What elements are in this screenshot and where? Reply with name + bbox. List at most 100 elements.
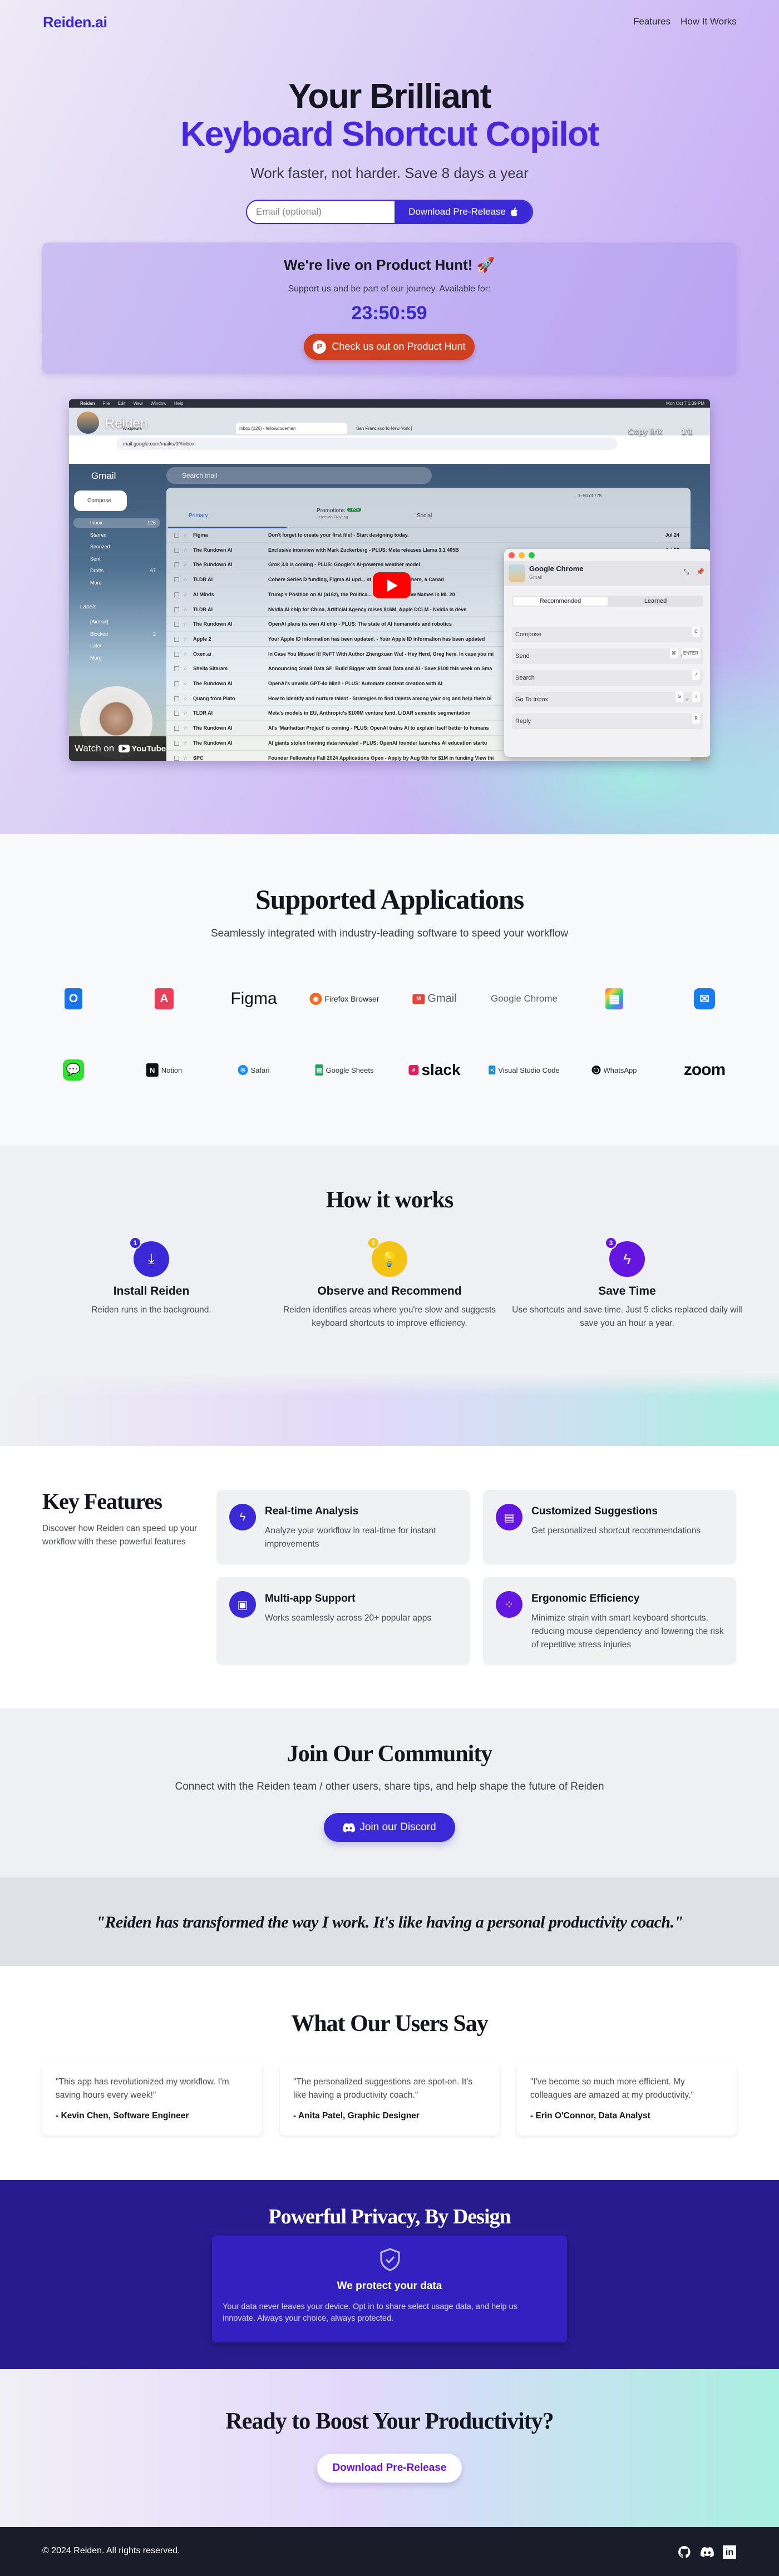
shortcut-row[interactable]: Search / xyxy=(512,670,703,686)
tab-primary[interactable]: Primary xyxy=(189,513,208,519)
sidebar-item-drafts[interactable]: Drafts 67 xyxy=(73,566,160,576)
sidebar-item-snoozed[interactable]: Snoozed xyxy=(73,542,160,552)
slack-icon: # xyxy=(408,1065,419,1075)
copy-link-button[interactable]: Copy link xyxy=(628,427,663,437)
quote-band: "Reiden has transformed the way I work. … xyxy=(0,1877,779,1966)
product-hunt-button[interactable]: P Check us out on Product Hunt xyxy=(304,334,475,360)
gmail-search[interactable]: Search mail xyxy=(166,467,432,484)
featured-quote: "Reiden has transformed the way I work. … xyxy=(96,1913,683,1931)
maximize-dot[interactable] xyxy=(529,552,535,558)
browser-tab[interactable]: San Francisco to New York | xyxy=(353,423,464,434)
channel-avatar[interactable] xyxy=(77,412,99,434)
tab-promotions[interactable]: Promotions xyxy=(317,508,345,514)
mail-sender: Apple 2 xyxy=(193,636,211,642)
star-icon[interactable]: ☆ xyxy=(183,751,188,761)
github-icon[interactable] xyxy=(678,2545,691,2559)
shortcut-row[interactable]: Reply R xyxy=(512,714,703,729)
mail-row[interactable]: ☆ Figma Don't forget to create your first … xyxy=(166,527,691,542)
shortcut-row[interactable]: Go To Inbox I + G xyxy=(512,692,703,707)
youtube-play-button[interactable] xyxy=(373,572,411,598)
linkedin-icon[interactable]: in xyxy=(723,2545,736,2559)
pin-icon[interactable]: 📌 xyxy=(696,568,704,576)
logo-link[interactable]: Reiden.ai xyxy=(43,14,107,31)
star-icon[interactable]: ☆ xyxy=(183,721,188,735)
step-desc: Reiden runs in the background. xyxy=(91,1305,211,1315)
shortcut-row[interactable]: Compose C xyxy=(512,627,703,642)
shortcut-key: C xyxy=(692,627,700,637)
gradient-strip xyxy=(0,1374,779,1446)
menu-item[interactable]: Edit xyxy=(118,401,126,406)
checkbox-icon[interactable] xyxy=(174,622,179,627)
star-icon[interactable]: ☆ xyxy=(183,587,188,601)
download-button[interactable]: Download Pre-Release xyxy=(395,201,532,223)
sidebar-item-inbox[interactable]: Inbox 125 xyxy=(73,518,160,528)
label-item[interactable]: Blocked 2 xyxy=(73,629,160,639)
tab-learned[interactable]: Learned xyxy=(608,596,703,607)
star-icon[interactable]: ☆ xyxy=(183,632,188,646)
feature-card: ▣ Multi-app Support Works seamlessly acros… xyxy=(216,1577,470,1665)
checkbox-icon[interactable] xyxy=(174,681,179,686)
tab-social[interactable]: Social xyxy=(417,513,432,519)
email-input[interactable] xyxy=(247,201,395,223)
hero-section: Reiden.ai Features How It Works Your Bri… xyxy=(0,0,779,834)
join-discord-button[interactable]: Join our Discord xyxy=(324,1813,455,1842)
star-icon[interactable]: ☆ xyxy=(183,661,188,675)
address-bar[interactable]: mail.google.com/mail/u/0/#inbox xyxy=(116,438,617,450)
menu-item[interactable]: File xyxy=(103,401,110,406)
menu-item[interactable]: Help xyxy=(174,401,183,406)
star-icon[interactable]: ☆ xyxy=(183,691,188,705)
checkbox-icon[interactable] xyxy=(174,711,179,716)
playlist-count[interactable]: 1/1 xyxy=(681,427,693,437)
checkbox-icon[interactable] xyxy=(174,755,179,761)
cta-download-button[interactable]: Download Pre-Release xyxy=(317,2454,462,2483)
sidebar-item-starred[interactable]: Starred xyxy=(73,530,160,540)
star-icon[interactable]: ☆ xyxy=(183,676,188,690)
demo-video[interactable]: Reiden File Edit View Window Help Mon Oct 7 1:… xyxy=(69,399,710,761)
collapse-icon[interactable]: ⤡ xyxy=(683,568,689,576)
checkbox-icon[interactable] xyxy=(174,562,179,568)
checkbox-icon[interactable] xyxy=(174,533,179,538)
menu-item[interactable]: View xyxy=(133,401,142,406)
sidebar-item-more[interactable]: More xyxy=(73,578,160,588)
star-icon[interactable]: ☆ xyxy=(183,706,188,720)
checkbox-icon[interactable] xyxy=(174,651,179,657)
star-icon[interactable]: ☆ xyxy=(183,617,188,631)
checkbox-icon[interactable] xyxy=(174,607,179,612)
shortcut-row[interactable]: Send ENTER + ⌘ xyxy=(512,648,703,664)
checkbox-icon[interactable] xyxy=(174,592,179,597)
label-item[interactable]: [Airmail] xyxy=(73,617,160,627)
checkbox-icon[interactable] xyxy=(174,636,179,642)
star-icon[interactable]: ☆ xyxy=(183,647,188,661)
nav-how-it-works[interactable]: How It Works xyxy=(681,16,737,27)
checkbox-icon[interactable] xyxy=(174,577,179,583)
close-dot[interactable] xyxy=(509,552,515,558)
app-logo-firefox: ◉ Firefox Browser xyxy=(309,993,379,1005)
nav-features[interactable]: Features xyxy=(633,16,670,27)
star-icon[interactable]: ☆ xyxy=(183,572,188,586)
sidebar-item-sent[interactable]: Sent xyxy=(73,554,160,564)
watch-on-youtube[interactable]: Watch on YouTube xyxy=(69,736,166,761)
menu-app-name[interactable]: Reiden xyxy=(80,401,95,406)
star-icon[interactable]: ☆ xyxy=(183,557,188,571)
app-logo-safari: ◎ Safari xyxy=(238,1065,269,1075)
star-icon[interactable]: ☆ xyxy=(183,736,188,750)
star-icon[interactable]: ☆ xyxy=(183,528,188,542)
label-item[interactable]: Later xyxy=(73,641,160,651)
checkbox-icon[interactable] xyxy=(174,696,179,701)
checkbox-icon[interactable] xyxy=(174,740,179,746)
compose-button[interactable]: Compose xyxy=(74,491,127,511)
tab-recommended[interactable]: Recommended xyxy=(513,597,608,606)
shortcut-name: Compose xyxy=(515,631,542,638)
discord-icon[interactable] xyxy=(701,2545,714,2559)
star-icon[interactable]: ☆ xyxy=(183,602,188,616)
video-title[interactable]: Reiden xyxy=(105,416,147,432)
checkbox-icon[interactable] xyxy=(174,726,179,731)
browser-toolbar: mail.google.com/mail/u/0/#inbox xyxy=(69,435,710,464)
minimize-dot[interactable] xyxy=(519,552,525,558)
browser-tab[interactable]: Inbox (126) - fellowdudeman xyxy=(236,423,347,434)
menu-item[interactable]: Window xyxy=(151,401,166,406)
checkbox-icon[interactable] xyxy=(174,666,179,672)
star-icon[interactable]: ☆ xyxy=(183,543,188,557)
label-item[interactable]: More xyxy=(73,653,160,663)
checkbox-icon[interactable] xyxy=(174,547,179,553)
